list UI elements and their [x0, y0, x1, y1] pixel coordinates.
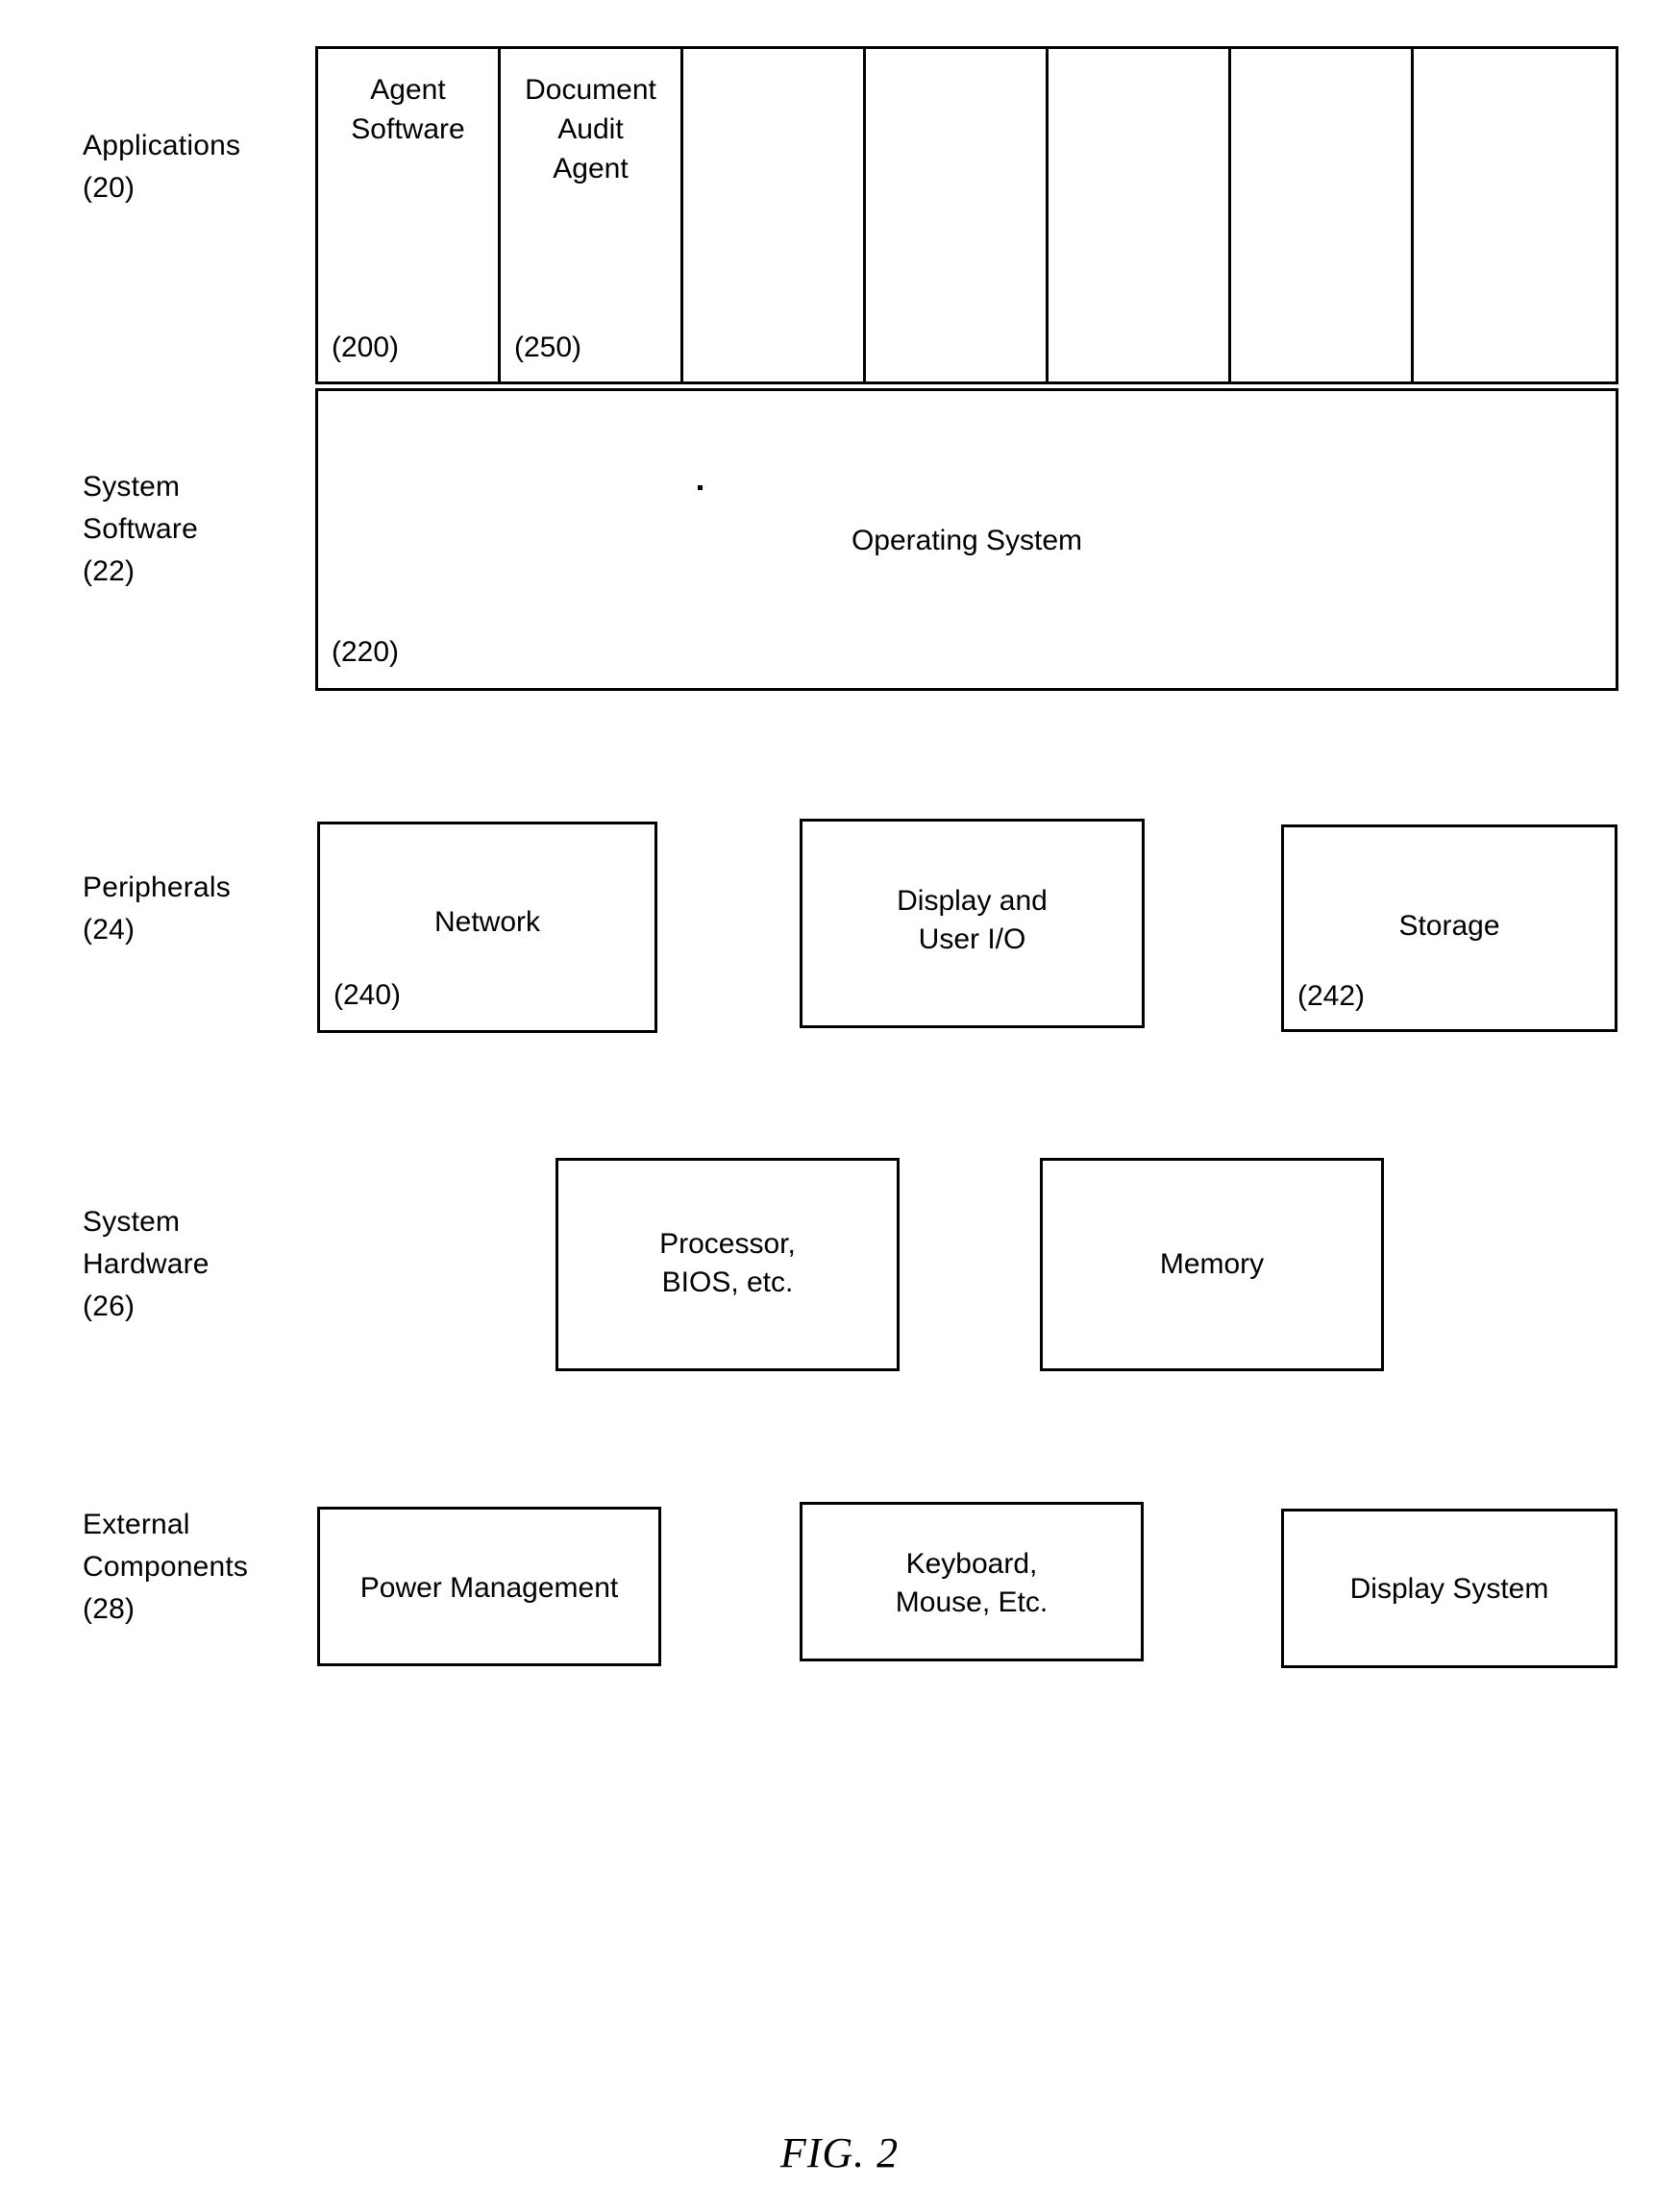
- application-cell-empty-6[interactable]: [1231, 49, 1414, 381]
- external-box-title: Keyboard, Mouse, Etc.: [895, 1548, 1049, 1618]
- hardware-box-processor-bios[interactable]: Processor, BIOS, etc.: [556, 1158, 900, 1371]
- peripheral-box-ref: (242): [1297, 980, 1366, 1012]
- application-cell-empty-3[interactable]: [683, 49, 866, 381]
- external-box-display-system[interactable]: Display System: [1281, 1509, 1617, 1668]
- application-cell-empty-5[interactable]: [1049, 49, 1231, 381]
- application-cell-title: Agent Software: [351, 74, 465, 145]
- peripheral-box-display-and-user-io[interactable]: Display and User I/O: [800, 819, 1145, 1028]
- peripheral-box-network[interactable]: Network (240): [317, 822, 657, 1033]
- application-cell-ref: (250): [514, 332, 582, 363]
- stray-dot-mark: [698, 485, 703, 490]
- hardware-box-title: Memory: [1159, 1248, 1265, 1280]
- hardware-box-memory[interactable]: Memory: [1040, 1158, 1384, 1371]
- external-box-power-management[interactable]: Power Management: [317, 1507, 661, 1666]
- application-cell-agent-software[interactable]: Agent Software (200): [318, 49, 501, 381]
- row-label-system-hardware: System Hardware (26): [83, 1206, 210, 1322]
- row-label-applications: Applications (20): [83, 130, 241, 204]
- operating-system-box[interactable]: Operating System (220): [315, 388, 1618, 691]
- figure-canvas: Applications (20) System Software (22) P…: [0, 0, 1679, 2212]
- application-cell-title: Document Audit Agent: [525, 74, 656, 184]
- operating-system-title: Operating System: [851, 525, 1083, 556]
- applications-grid: Agent Software (200) Document Audit Agen…: [315, 46, 1618, 384]
- operating-system-ref: (220): [332, 636, 400, 668]
- application-cell-ref: (200): [332, 332, 400, 363]
- hardware-box-title: Processor, BIOS, etc.: [659, 1228, 796, 1298]
- row-label-system-software: System Software (22): [83, 471, 198, 587]
- application-cell-empty-4[interactable]: [866, 49, 1049, 381]
- row-label-peripherals: Peripherals (24): [83, 872, 231, 946]
- application-cell-document-audit-agent[interactable]: Document Audit Agent (250): [501, 49, 683, 381]
- application-cell-empty-7[interactable]: [1414, 49, 1616, 381]
- figure-caption: FIG. 2: [779, 2129, 900, 2176]
- external-box-title: Display System: [1349, 1573, 1549, 1605]
- external-box-title: Power Management: [359, 1572, 619, 1604]
- peripheral-box-title: Network: [433, 906, 541, 938]
- peripheral-box-title: Display and User I/O: [897, 885, 1048, 955]
- row-label-external-components: External Components (28): [83, 1509, 249, 1625]
- peripheral-box-title: Storage: [1398, 910, 1500, 942]
- peripheral-box-ref: (240): [333, 979, 402, 1011]
- peripheral-box-storage[interactable]: Storage (242): [1281, 824, 1617, 1032]
- external-box-keyboard-mouse[interactable]: Keyboard, Mouse, Etc.: [800, 1502, 1144, 1661]
